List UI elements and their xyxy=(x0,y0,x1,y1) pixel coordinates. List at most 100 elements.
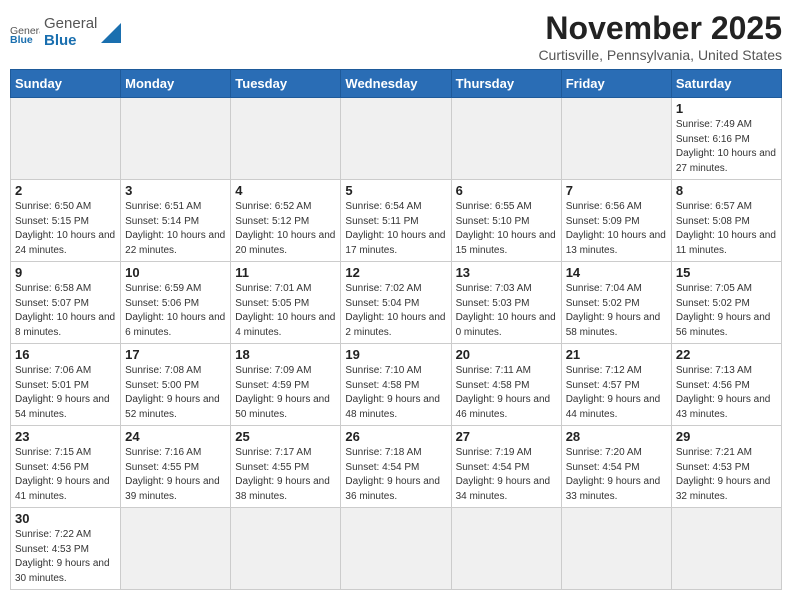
calendar-cell: 16 Sunrise: 7:06 AM Sunset: 5:01 PM Dayli… xyxy=(11,344,121,426)
day-info: Sunrise: 7:20 AM Sunset: 4:54 PM Dayligh… xyxy=(566,446,667,504)
calendar-cell xyxy=(121,98,231,180)
day-info: Sunrise: 7:16 AM Sunset: 4:55 PM Dayligh… xyxy=(125,446,226,504)
title-area: November 2025 Curtisville, Pennsylvania,… xyxy=(538,10,782,63)
day-number: 30 xyxy=(15,511,116,526)
day-info: Sunrise: 6:56 AM Sunset: 5:09 PM Dayligh… xyxy=(566,200,667,258)
day-info: Sunrise: 7:19 AM Sunset: 4:54 PM Dayligh… xyxy=(456,446,557,504)
day-number: 1 xyxy=(676,101,777,116)
day-info: Sunrise: 7:09 AM Sunset: 4:59 PM Dayligh… xyxy=(235,364,336,422)
day-info: Sunrise: 7:06 AM Sunset: 5:01 PM Dayligh… xyxy=(15,364,116,422)
svg-text:Blue: Blue xyxy=(10,33,33,44)
day-info: Sunrise: 6:55 AM Sunset: 5:10 PM Dayligh… xyxy=(456,200,557,258)
calendar-cell: 17 Sunrise: 7:08 AM Sunset: 5:00 PM Dayli… xyxy=(121,344,231,426)
day-info: Sunrise: 6:50 AM Sunset: 5:15 PM Dayligh… xyxy=(15,200,116,258)
day-info: Sunrise: 7:10 AM Sunset: 4:58 PM Dayligh… xyxy=(345,364,446,422)
day-info: Sunrise: 6:51 AM Sunset: 5:14 PM Dayligh… xyxy=(125,200,226,258)
calendar-col-friday: Friday xyxy=(561,70,671,98)
calendar-cell xyxy=(341,98,451,180)
day-number: 12 xyxy=(345,265,446,280)
calendar-cell: 30 Sunrise: 7:22 AM Sunset: 4:53 PM Dayli… xyxy=(11,508,121,590)
calendar-cell: 4Sunrise: 6:52 AM Sunset: 5:12 PM Daylig… xyxy=(231,180,341,262)
calendar-cell xyxy=(11,98,121,180)
day-info: Sunrise: 7:02 AM Sunset: 5:04 PM Dayligh… xyxy=(345,282,446,340)
calendar-cell xyxy=(561,98,671,180)
calendar-col-sunday: Sunday xyxy=(11,70,121,98)
calendar-cell: 19Sunrise: 7:10 AM Sunset: 4:58 PM Dayli… xyxy=(341,344,451,426)
calendar-cell: 26Sunrise: 7:18 AM Sunset: 4:54 PM Dayli… xyxy=(341,426,451,508)
day-number: 15 xyxy=(676,265,777,280)
calendar-cell: 24Sunrise: 7:16 AM Sunset: 4:55 PM Dayli… xyxy=(121,426,231,508)
day-number: 28 xyxy=(566,429,667,444)
day-info: Sunrise: 6:54 AM Sunset: 5:11 PM Dayligh… xyxy=(345,200,446,258)
day-info: Sunrise: 7:15 AM Sunset: 4:56 PM Dayligh… xyxy=(15,446,116,504)
day-info: Sunrise: 7:05 AM Sunset: 5:02 PM Dayligh… xyxy=(676,282,777,340)
day-number: 9 xyxy=(15,265,116,280)
day-number: 21 xyxy=(566,347,667,362)
day-info: Sunrise: 7:08 AM Sunset: 5:00 PM Dayligh… xyxy=(125,364,226,422)
calendar-cell xyxy=(671,508,781,590)
day-number: 11 xyxy=(235,265,336,280)
day-number: 23 xyxy=(15,429,116,444)
day-info: Sunrise: 7:13 AM Sunset: 4:56 PM Dayligh… xyxy=(676,364,777,422)
day-number: 13 xyxy=(456,265,557,280)
calendar-cell: 10 Sunrise: 6:59 AM Sunset: 5:06 PM Dayli… xyxy=(121,262,231,344)
day-number: 10 xyxy=(125,265,226,280)
day-number: 8 xyxy=(676,183,777,198)
calendar-cell: 13Sunrise: 7:03 AM Sunset: 5:03 PM Dayli… xyxy=(451,262,561,344)
page-header: General Blue General Blue November 2025 … xyxy=(10,10,782,63)
calendar-col-tuesday: Tuesday xyxy=(231,70,341,98)
calendar-week-row: 30 Sunrise: 7:22 AM Sunset: 4:53 PM Dayli… xyxy=(11,508,782,590)
logo-blue-text: Blue xyxy=(44,33,97,50)
day-info: Sunrise: 7:49 AM Sunset: 6:16 PM Dayligh… xyxy=(676,118,777,176)
logo-triangle-icon xyxy=(101,23,121,43)
subtitle: Curtisville, Pennsylvania, United States xyxy=(538,47,782,63)
calendar-cell xyxy=(121,508,231,590)
day-number: 25 xyxy=(235,429,336,444)
calendar-cell: 23 Sunrise: 7:15 AM Sunset: 4:56 PM Dayli… xyxy=(11,426,121,508)
day-info: Sunrise: 6:59 AM Sunset: 5:06 PM Dayligh… xyxy=(125,282,226,340)
calendar-cell: 15 Sunrise: 7:05 AM Sunset: 5:02 PM Dayli… xyxy=(671,262,781,344)
day-info: Sunrise: 6:58 AM Sunset: 5:07 PM Dayligh… xyxy=(15,282,116,340)
day-info: Sunrise: 7:17 AM Sunset: 4:55 PM Dayligh… xyxy=(235,446,336,504)
calendar-week-row: 2 Sunrise: 6:50 AM Sunset: 5:15 PM Daylig… xyxy=(11,180,782,262)
day-number: 16 xyxy=(15,347,116,362)
calendar-cell: 1 Sunrise: 7:49 AM Sunset: 6:16 PM Daylig… xyxy=(671,98,781,180)
calendar-cell: 11Sunrise: 7:01 AM Sunset: 5:05 PM Dayli… xyxy=(231,262,341,344)
day-info: Sunrise: 7:18 AM Sunset: 4:54 PM Dayligh… xyxy=(345,446,446,504)
calendar-cell xyxy=(341,508,451,590)
calendar-col-wednesday: Wednesday xyxy=(341,70,451,98)
calendar-cell: 28 Sunrise: 7:20 AM Sunset: 4:54 PM Dayli… xyxy=(561,426,671,508)
day-number: 17 xyxy=(125,347,226,362)
calendar-cell xyxy=(451,98,561,180)
day-number: 7 xyxy=(566,183,667,198)
day-number: 5 xyxy=(345,183,446,198)
calendar-cell xyxy=(451,508,561,590)
day-info: Sunrise: 6:52 AM Sunset: 5:12 PM Dayligh… xyxy=(235,200,336,258)
main-title: November 2025 xyxy=(538,10,782,47)
day-number: 22 xyxy=(676,347,777,362)
calendar-cell: 3Sunrise: 6:51 AM Sunset: 5:14 PM Daylig… xyxy=(121,180,231,262)
calendar-cell xyxy=(231,98,341,180)
day-info: Sunrise: 7:12 AM Sunset: 4:57 PM Dayligh… xyxy=(566,364,667,422)
calendar-cell: 7 Sunrise: 6:56 AM Sunset: 5:09 PM Daylig… xyxy=(561,180,671,262)
calendar-cell: 29Sunrise: 7:21 AM Sunset: 4:53 PM Dayli… xyxy=(671,426,781,508)
calendar-col-monday: Monday xyxy=(121,70,231,98)
calendar-col-saturday: Saturday xyxy=(671,70,781,98)
calendar-table: SundayMondayTuesdayWednesdayThursdayFrid… xyxy=(10,69,782,590)
calendar-cell: 22 Sunrise: 7:13 AM Sunset: 4:56 PM Dayli… xyxy=(671,344,781,426)
calendar-cell: 12 Sunrise: 7:02 AM Sunset: 5:04 PM Dayli… xyxy=(341,262,451,344)
calendar-cell: 9 Sunrise: 6:58 AM Sunset: 5:07 PM Daylig… xyxy=(11,262,121,344)
calendar-header-row: SundayMondayTuesdayWednesdayThursdayFrid… xyxy=(11,70,782,98)
day-info: Sunrise: 7:22 AM Sunset: 4:53 PM Dayligh… xyxy=(15,528,116,586)
calendar-cell: 2 Sunrise: 6:50 AM Sunset: 5:15 PM Daylig… xyxy=(11,180,121,262)
day-number: 6 xyxy=(456,183,557,198)
day-info: Sunrise: 7:21 AM Sunset: 4:53 PM Dayligh… xyxy=(676,446,777,504)
logo-icon: General Blue xyxy=(10,21,40,45)
day-number: 2 xyxy=(15,183,116,198)
calendar-cell xyxy=(561,508,671,590)
calendar-week-row: 23 Sunrise: 7:15 AM Sunset: 4:56 PM Dayli… xyxy=(11,426,782,508)
calendar-cell: 27Sunrise: 7:19 AM Sunset: 4:54 PM Dayli… xyxy=(451,426,561,508)
day-info: Sunrise: 7:11 AM Sunset: 4:58 PM Dayligh… xyxy=(456,364,557,422)
day-info: Sunrise: 6:57 AM Sunset: 5:08 PM Dayligh… xyxy=(676,200,777,258)
calendar-cell: 8 Sunrise: 6:57 AM Sunset: 5:08 PM Daylig… xyxy=(671,180,781,262)
